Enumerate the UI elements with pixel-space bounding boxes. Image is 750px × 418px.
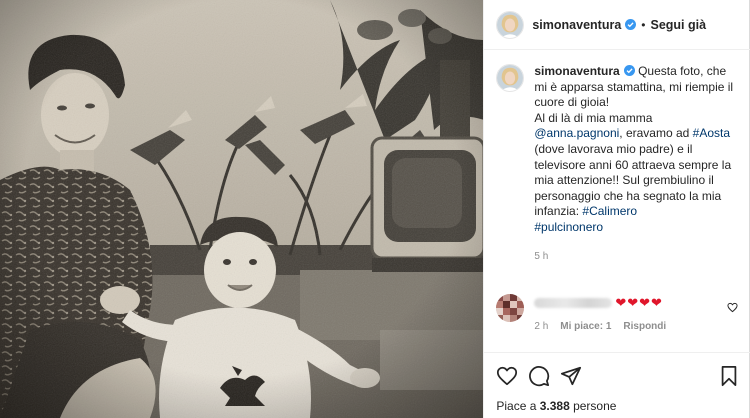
hashtag-calimero-link[interactable]: #Calimero <box>582 204 637 218</box>
hashtag-aosta-link[interactable]: #Aosta <box>693 126 730 140</box>
header-separator: • <box>641 17 646 32</box>
avatar-image <box>497 11 524 38</box>
comment-line: ❤❤❤❤ <box>534 294 714 312</box>
comment-hearts: ❤❤❤❤ <box>615 295 663 310</box>
caption-text-2: Al di là di mia mamma <box>534 110 653 125</box>
comment-timestamp[interactable]: 2 h <box>534 321 548 332</box>
caption-avatar[interactable] <box>496 64 525 92</box>
likes-prefix: Piace a <box>496 399 540 413</box>
comment-likes-count[interactable]: Mi piace: 1 <box>560 321 611 332</box>
commenter-avatar[interactable] <box>496 294 525 322</box>
bookmark-icon[interactable] <box>718 365 740 387</box>
post-header: simonaventura • Segui già <box>484 0 750 50</box>
caption-timestamp[interactable]: 5 h <box>534 249 740 265</box>
vintage-photo-illustration <box>0 0 484 418</box>
post-caption: simonaventura Questa foto, che mi è appa… <box>496 64 742 264</box>
comment-row: ❤❤❤❤ 2 h Mi piace: 1 Rispondi <box>496 294 742 332</box>
post-side-panel: simonaventura • Segui già simonaventura … <box>483 0 750 418</box>
heart-outline-icon[interactable] <box>496 365 518 387</box>
hashtag-pulcinonero-link[interactable]: #pulcinonero <box>534 220 603 234</box>
post-photo[interactable] <box>0 0 484 418</box>
reply-button[interactable]: Rispondi <box>623 321 666 332</box>
action-icons-row <box>496 365 740 387</box>
likes-suffix: persone <box>569 399 617 413</box>
caption-username[interactable]: simonaventura <box>534 64 619 78</box>
likes-summary[interactable]: Piace a 3.388 persone <box>496 399 616 413</box>
comment-body: ❤❤❤❤ 2 h Mi piace: 1 Rispondi <box>534 294 714 332</box>
verified-badge-icon <box>625 19 637 30</box>
verified-badge-icon <box>623 65 635 76</box>
caption-paragraph-2: Al di là di mia mamma @anna.pagnoni, era… <box>534 111 740 236</box>
caption-body: simonaventura Questa foto, che mi è appa… <box>534 64 740 264</box>
caption-paragraph-1: simonaventura Questa foto, che mi è appa… <box>534 64 740 111</box>
likes-count: 3.388 <box>539 399 570 413</box>
post-actions: Piace a 3.388 persone <box>484 352 750 418</box>
blurred-username <box>534 298 613 308</box>
mention-link[interactable]: @anna.pagnoni <box>534 126 619 140</box>
author-username[interactable]: simonaventura <box>532 18 621 32</box>
comment-heart-icon[interactable] <box>727 302 738 313</box>
comment-meta: 2 h Mi piace: 1 Rispondi <box>534 321 714 332</box>
caption-text-3: , eravamo ad <box>619 126 693 141</box>
following-button[interactable]: Segui già <box>650 18 706 32</box>
pixelated-avatar-image <box>496 294 525 322</box>
comment-bubble-icon[interactable] <box>528 365 550 387</box>
instagram-post: simonaventura • Segui già simonaventura … <box>0 0 750 418</box>
author-avatar[interactable] <box>496 10 525 39</box>
avatar-image <box>497 65 524 91</box>
paper-plane-icon[interactable] <box>560 365 582 387</box>
